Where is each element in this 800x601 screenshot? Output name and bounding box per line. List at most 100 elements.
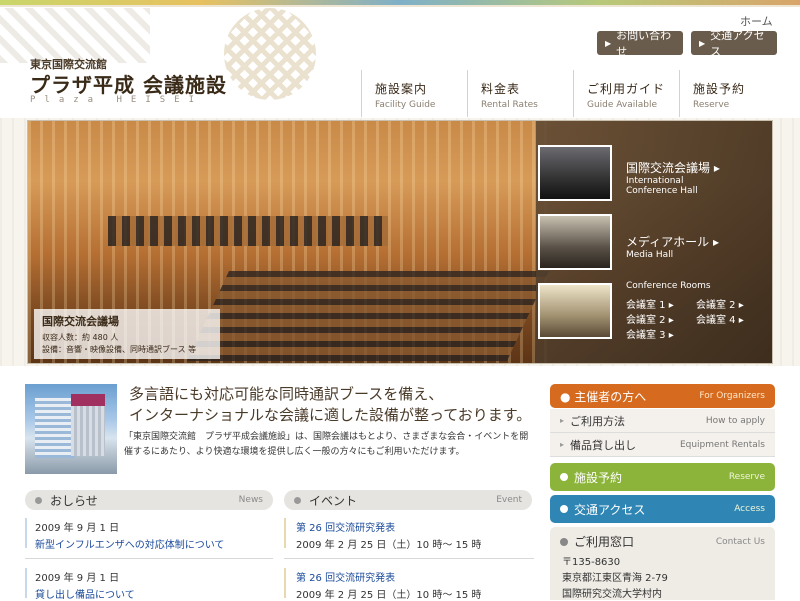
hero-caption-equipment: 設備：音響・映像設備、同時通訳ブース 等	[42, 345, 197, 354]
bullet-dot-icon	[560, 537, 568, 546]
intl-hall-thumbnail[interactable]	[538, 145, 612, 201]
event-heading: イベント Event	[284, 490, 532, 510]
triangle-right-icon: ▸	[560, 440, 565, 449]
contact-window-box: ご利用窓口 Contact Us 〒135-8630 東京都江東区青海 2-79…	[550, 527, 775, 600]
room-link-2[interactable]: 会議室 2 ▸	[696, 296, 744, 311]
hero-banner: 国際交流会議場 収容人数：約 480 人 設備：音響・映像設備、同時通訳ブース …	[27, 120, 773, 364]
nav-item-label: 施設案内	[375, 82, 428, 96]
intro-heading: 多言語にも対応可能な同時通訳ブースを備え、 インターナショナルな会議に適した設備…	[129, 384, 531, 426]
header-circle-pattern	[224, 8, 316, 100]
contact-window-label: ご利用窓口	[574, 535, 635, 549]
event-item-date: 2009 年 2 月 25 日（土）10 時〜 15 時	[296, 590, 482, 601]
event-item-link[interactable]: 第 26 回交流研究発表	[296, 569, 544, 584]
event-item-date: 2009 年 2 月 25 日（土）10 時〜 15 時	[296, 540, 482, 551]
room-link-3[interactable]: 会議室 3 ▸	[626, 326, 674, 341]
access-sidebar-label: 交通アクセス	[574, 502, 646, 517]
news-item-marker	[25, 568, 27, 598]
building-tower	[35, 398, 75, 458]
news-heading-label: おしらせ	[50, 493, 98, 508]
organizers-header[interactable]: ● 主催者の方へ For Organizers	[550, 384, 775, 408]
nav-item-sublabel: Guide Available	[587, 100, 658, 110]
media-hall-thumbnail[interactable]	[538, 214, 612, 270]
divider	[25, 558, 273, 559]
triangle-right-icon: ▶	[605, 38, 612, 48]
site-logo-roman: Plaza HEISEI	[30, 95, 204, 105]
how-to-apply-label: ご利用方法	[570, 414, 626, 428]
access-button[interactable]: ▶ 交通アクセス	[691, 29, 777, 58]
global-nav: 施設案内 Facility Guide 料金表 Rental Rates ご利用…	[361, 70, 785, 117]
nav-item-sublabel: Reserve	[693, 100, 730, 110]
nav-item-label: 施設予約	[693, 82, 746, 96]
how-to-apply-sublabel: How to apply	[705, 415, 765, 426]
conference-room-thumbnail[interactable]	[538, 283, 612, 339]
reserve-sidebar-label: 施設予約	[574, 470, 623, 485]
event-item-link[interactable]: 第 26 回交流研究発表	[296, 519, 544, 534]
hall-main-seats	[187, 271, 549, 361]
contact-button-label: お問い合わせ	[616, 29, 672, 58]
triangle-right-icon: ▶	[699, 38, 706, 48]
event-heading-label: イベント	[309, 493, 358, 508]
news-item-link[interactable]: 新型インフルエンザへの対応体制について	[35, 536, 283, 551]
site-logo-title[interactable]: プラザ平成 会議施設	[30, 69, 227, 98]
divider	[284, 558, 534, 559]
hall-link-sublabel: International	[626, 176, 684, 186]
nav-item-label: ご利用ガイド	[587, 82, 666, 96]
hero-caption-title: 国際交流会議場	[42, 315, 119, 328]
nav-item-reserve[interactable]: 施設予約 Reserve	[679, 70, 785, 117]
hero-caption-capacity: 収容人数：約 480 人	[42, 333, 119, 342]
reserve-sidebar-sublabel: Reserve	[728, 472, 765, 482]
intro-heading-line1: 多言語にも対応可能な同時通訳ブースを備え、	[129, 385, 444, 403]
building-hall	[71, 406, 105, 456]
equipment-rentals-sublabel: Equipment Rentals	[679, 439, 765, 450]
equipment-rentals-link[interactable]: ▸ 備品貸し出し Equipment Rentals	[550, 433, 775, 457]
hall-balcony-seats	[108, 216, 388, 246]
reserve-sidebar-button[interactable]: 施設予約 Reserve	[550, 463, 775, 491]
contact-button[interactable]: ▶ お問い合わせ	[597, 29, 683, 58]
intl-conference-hall-link[interactable]: 国際交流会議場 ▸ International Conference Hall	[626, 159, 720, 196]
news-item-marker	[25, 518, 27, 548]
event-item: 第 26 回交流研究発表 2009 年 2 月 25 日（土）10 時〜 15 …	[296, 519, 544, 551]
organizers-sublabel: For Organizers	[699, 391, 765, 401]
contact-window-header: ご利用窓口 Contact Us	[560, 533, 765, 550]
nav-item-usage-guide[interactable]: ご利用ガイド Guide Available	[573, 70, 679, 117]
nav-item-facility-guide[interactable]: 施設案内 Facility Guide	[361, 70, 467, 117]
media-hall-link[interactable]: メディアホール ▸ Media Hall	[626, 233, 719, 260]
event-heading-sublabel: Event	[496, 495, 522, 505]
building-roof	[71, 394, 105, 406]
news-item-link[interactable]: 貸し出し備品について	[35, 586, 283, 601]
nav-item-label: 料金表	[481, 82, 521, 96]
nav-item-sublabel: Rental Rates	[481, 100, 538, 110]
event-item-marker	[284, 568, 286, 598]
room-link-4[interactable]: 会議室 4 ▸	[696, 311, 744, 326]
how-to-apply-link[interactable]: ▸ ご利用方法 How to apply	[550, 409, 775, 433]
nav-item-rental-rates[interactable]: 料金表 Rental Rates	[467, 70, 573, 117]
access-sidebar-sublabel: Access	[734, 504, 765, 514]
postal-code: 〒135-8630	[562, 557, 621, 568]
news-item-date: 2009 年 9 月 1 日	[35, 523, 120, 534]
address-line: 東京都江東区青海 2-79	[562, 573, 668, 584]
intro-body: 「東京国際交流館 プラザ平成会議施設」は、国際会議はもとより、さまざまな会合・イ…	[124, 432, 529, 457]
building-photo	[25, 384, 117, 474]
news-item: 2009 年 9 月 1 日 新型インフルエンザへの対応体制について	[35, 519, 283, 551]
triangle-right-icon: ▸	[560, 416, 565, 425]
hall-link-sublabel: Media Hall	[626, 250, 674, 260]
access-button-label: 交通アクセス	[710, 29, 765, 58]
news-heading: おしらせ News	[25, 490, 273, 510]
news-heading-sublabel: News	[238, 495, 263, 505]
access-sidebar-button[interactable]: 交通アクセス Access	[550, 495, 775, 523]
room-link-2b[interactable]: 会議室 2 ▸	[626, 311, 674, 326]
nav-item-sublabel: Facility Guide	[375, 100, 436, 110]
bullet-dot-icon	[560, 505, 568, 513]
top-stripe-shadow	[0, 5, 800, 7]
room-link-1[interactable]: 会議室 1 ▸	[626, 296, 674, 311]
building-line: 国際研究交流大学村内	[562, 589, 662, 600]
event-item-marker	[284, 518, 286, 548]
conference-rooms-heading: Conference Rooms	[626, 281, 711, 291]
bullet-dot-icon	[294, 496, 301, 504]
hall-link-label: メディアホール ▸	[626, 235, 719, 249]
event-item: 第 26 回交流研究発表 2009 年 2 月 25 日（土）10 時〜 15 …	[296, 569, 544, 601]
intro-heading-line2: インターナショナルな会議に適した設備が整っております。	[129, 406, 532, 424]
header-pattern-decoration	[0, 8, 150, 63]
news-item: 2009 年 9 月 1 日 貸し出し備品について	[35, 569, 283, 601]
hero-caption: 国際交流会議場 収容人数：約 480 人 設備：音響・映像設備、同時通訳ブース …	[34, 309, 220, 359]
